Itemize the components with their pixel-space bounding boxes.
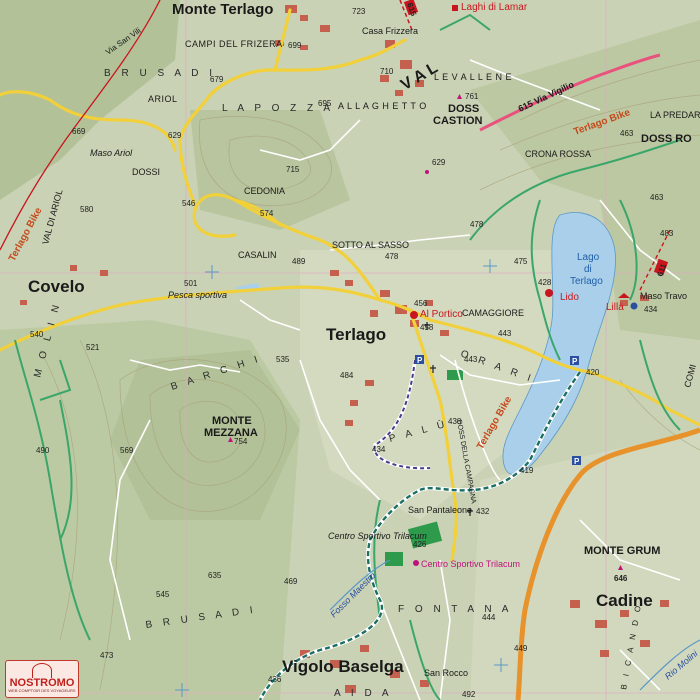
- label-doss-castion-1: DOSS: [448, 103, 479, 115]
- elev-438: 438: [448, 417, 462, 426]
- map-svg: P P P Monte Terlago Terlago Covelo Vigol…: [0, 0, 700, 700]
- elev-489: 489: [292, 257, 306, 266]
- label-laghi-di-lamar: Laghi di Lamar: [461, 2, 528, 13]
- label-al-portico: Al Portico: [420, 309, 463, 320]
- elev-426: 426: [413, 540, 427, 549]
- label-la-predara: LA PREDARA: [650, 110, 700, 120]
- elev-436: 436: [268, 675, 282, 684]
- elev-699: 699: [288, 41, 302, 50]
- label-vigolo-baselga: Vigolo Baselga: [282, 657, 404, 676]
- nostromo-logo[interactable]: NOSTROMO WEB COMPTOIR DES VOYAGEURS: [5, 660, 79, 698]
- label-maso-ariol: Maso Ariol: [90, 148, 133, 158]
- label-terlago: Terlago: [326, 325, 386, 344]
- elev-501: 501: [184, 279, 198, 288]
- label-centro-sportivo-2: Centro Sportivo Trilacum: [421, 559, 520, 569]
- elev-434b: 434: [372, 445, 386, 454]
- svg-text:P: P: [417, 356, 423, 365]
- label-monte-mezzana-2: MEZZANA: [204, 427, 258, 439]
- sport-field-2: [385, 552, 403, 566]
- elev-723: 723: [352, 7, 366, 16]
- elev-444: 444: [482, 613, 496, 622]
- label-doss-ro: DOSS RO: [641, 133, 692, 145]
- label-covelo: Covelo: [28, 277, 85, 296]
- elev-545: 545: [156, 590, 170, 599]
- label-camaggiore: CAMAGGIORE: [462, 308, 524, 318]
- elev-710: 710: [380, 67, 394, 76]
- label-lago-1: Lago: [577, 252, 600, 263]
- elev-484: 484: [340, 371, 354, 380]
- label-al-laghetto: A L L A G H E T T O: [338, 101, 427, 111]
- elev-463a: 463: [620, 129, 634, 138]
- elev-478b: 478: [385, 252, 399, 261]
- elev-490: 490: [36, 446, 50, 455]
- elev-478a: 478: [470, 220, 484, 229]
- label-pesca-sportiva: Pesca sportiva: [168, 290, 227, 300]
- label-monte-mezzana-1: MONTE: [212, 415, 252, 427]
- elev-420: 420: [586, 368, 600, 377]
- elev-635: 635: [208, 571, 222, 580]
- elev-473: 473: [100, 651, 114, 660]
- elev-469: 469: [284, 577, 298, 586]
- elev-580: 580: [80, 205, 94, 214]
- label-crona-rossa: CRONA ROSSA: [525, 149, 591, 159]
- elev-569: 569: [120, 446, 134, 455]
- elev-754: 754: [234, 437, 248, 446]
- label-doss-castion-2: CASTION: [433, 115, 483, 127]
- label-casalin: CASALIN: [238, 250, 277, 260]
- label-brusadi: B R U S A D I: [104, 68, 216, 79]
- svg-text:P: P: [572, 357, 578, 366]
- elev-679: 679: [210, 75, 224, 84]
- elev-463b: 463: [650, 193, 664, 202]
- elev-646: 646: [614, 574, 628, 583]
- elev-449: 449: [514, 644, 528, 653]
- label-maso-travo: Maso Travo: [640, 291, 687, 301]
- logo-name: NOSTROMO: [9, 677, 75, 689]
- elev-432: 432: [476, 507, 490, 516]
- elev-715: 715: [286, 165, 300, 174]
- map-canvas[interactable]: P P P Monte Terlago Terlago Covelo Vigol…: [0, 0, 700, 700]
- elev-428: 428: [538, 278, 552, 287]
- elev-574: 574: [260, 209, 274, 218]
- elev-540: 540: [30, 330, 44, 339]
- label-cedonia: CEDONIA: [244, 186, 285, 196]
- label-ariol: ARIOL: [148, 94, 178, 104]
- elev-695: 695: [318, 99, 332, 108]
- elev-761: 761: [465, 92, 479, 101]
- elev-546: 546: [182, 199, 196, 208]
- label-le-vallene: L E V A L L E N E: [434, 72, 512, 82]
- elev-483: 483: [660, 229, 674, 238]
- elev-521: 521: [86, 343, 100, 352]
- elev-434a: 434: [644, 305, 658, 314]
- label-lido: Lido: [560, 292, 579, 303]
- elev-492: 492: [462, 690, 476, 699]
- label-san-rocco: San Rocco: [424, 668, 468, 678]
- elev-475: 475: [514, 257, 528, 266]
- label-campi-del-frizera: CAMPI DEL FRIZERA: [185, 39, 283, 49]
- label-lago-3: Terlago: [570, 276, 603, 287]
- elev-443b: 443: [464, 355, 478, 364]
- label-sotto-al-sasso: SOTTO AL SASSO: [332, 240, 409, 250]
- label-dossi: DOSSI: [132, 167, 160, 177]
- logo-tagline: WEB COMPTOIR DES VOYAGEURS: [8, 688, 76, 693]
- label-casa-frizzera: Casa Frizzera: [362, 26, 418, 36]
- elev-535: 535: [276, 355, 290, 364]
- label-lilla: Lillà: [606, 302, 624, 313]
- label-san-pantaleone: San Pantaleone: [408, 505, 472, 515]
- elev-419: 419: [520, 466, 534, 475]
- elev-629a: 629: [168, 131, 182, 140]
- elev-458: 458: [420, 323, 434, 332]
- elev-629b: 629: [432, 158, 446, 167]
- label-ada: A I D A: [334, 688, 393, 699]
- svg-text:P: P: [574, 457, 580, 466]
- elev-669: 669: [72, 127, 86, 136]
- label-monte-terlago: Monte Terlago: [172, 1, 273, 18]
- label-lago-2: di: [584, 264, 592, 275]
- globe-icon: [32, 663, 52, 678]
- elev-456: 456: [414, 299, 428, 308]
- elev-443a: 443: [498, 329, 512, 338]
- label-cadine: Cadine: [596, 591, 653, 610]
- label-monte-grum: MONTE GRUM: [584, 545, 660, 557]
